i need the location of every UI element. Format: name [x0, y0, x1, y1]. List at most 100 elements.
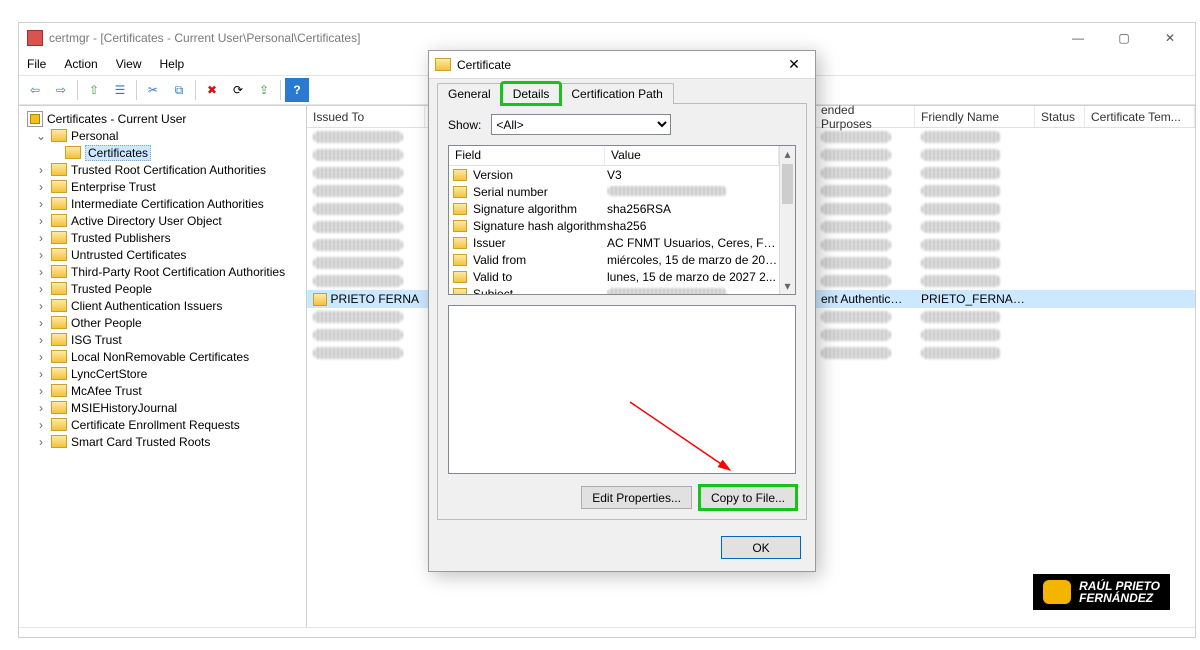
- tree-item[interactable]: ›MSIEHistoryJournal: [21, 399, 304, 416]
- ok-button[interactable]: OK: [721, 536, 801, 559]
- chevron-right-icon[interactable]: ›: [35, 282, 47, 296]
- folder-icon: [51, 333, 67, 346]
- tab-details[interactable]: Details: [502, 83, 561, 104]
- chevron-right-icon[interactable]: ›: [35, 180, 47, 194]
- tree-item-label: Smart Card Trusted Roots: [71, 435, 210, 449]
- chevron-right-icon[interactable]: ›: [35, 384, 47, 398]
- tree-item[interactable]: ›Active Directory User Object: [21, 212, 304, 229]
- tree-item[interactable]: ›Trusted Publishers: [21, 229, 304, 246]
- chevron-down-icon[interactable]: ⌄: [35, 129, 47, 143]
- tree-personal[interactable]: ⌄ Personal: [21, 127, 304, 144]
- up-icon[interactable]: ⇧: [82, 78, 106, 102]
- col-issued-to[interactable]: Issued To: [307, 106, 425, 127]
- col-friendly-name[interactable]: Friendly Name: [915, 106, 1035, 127]
- chevron-right-icon[interactable]: ›: [35, 197, 47, 211]
- field-name: Version: [471, 168, 607, 182]
- field-list[interactable]: Field Value VersionV3Serial numberSignat…: [448, 145, 796, 295]
- properties-icon[interactable]: ☰: [108, 78, 132, 102]
- scroll-up-icon[interactable]: ▴: [780, 146, 795, 162]
- field-row[interactable]: Valid frommiércoles, 15 de marzo de 202.…: [449, 251, 779, 268]
- redacted-cell: [313, 329, 403, 341]
- show-select[interactable]: <All>: [491, 114, 671, 135]
- tree-item[interactable]: ›Third-Party Root Certification Authorit…: [21, 263, 304, 280]
- menu-file[interactable]: File: [27, 57, 46, 71]
- tree-item[interactable]: ›Other People: [21, 314, 304, 331]
- chevron-right-icon[interactable]: ›: [35, 418, 47, 432]
- chevron-right-icon[interactable]: ›: [35, 265, 47, 279]
- tree-item-label: Intermediate Certification Authorities: [71, 197, 264, 211]
- chevron-right-icon[interactable]: ›: [35, 214, 47, 228]
- chevron-right-icon[interactable]: ›: [35, 333, 47, 347]
- help-icon[interactable]: ?: [285, 78, 309, 102]
- tree-certificates[interactable]: Certificates: [21, 144, 304, 161]
- forward-icon[interactable]: ⇨: [49, 78, 73, 102]
- menu-action[interactable]: Action: [64, 57, 97, 71]
- chevron-right-icon[interactable]: ›: [35, 299, 47, 313]
- field-row[interactable]: Subject: [449, 285, 779, 294]
- field-row[interactable]: Signature algorithmsha256RSA: [449, 200, 779, 217]
- scroll-thumb[interactable]: [782, 164, 793, 204]
- copy-icon[interactable]: ⧉: [167, 78, 191, 102]
- col-status[interactable]: Status: [1035, 106, 1085, 127]
- field-row[interactable]: Valid tolunes, 15 de marzo de 2027 2...: [449, 268, 779, 285]
- col-cert-template[interactable]: Certificate Tem...: [1085, 106, 1195, 127]
- scroll-down-icon[interactable]: ▾: [780, 278, 795, 294]
- scrollbar[interactable]: ▴ ▾: [779, 146, 795, 294]
- app-icon: [27, 30, 43, 46]
- chevron-right-icon[interactable]: ›: [35, 435, 47, 449]
- tree-item[interactable]: ›LyncCertStore: [21, 365, 304, 382]
- logo-icon: [1043, 580, 1071, 604]
- field-row[interactable]: Serial number: [449, 183, 779, 200]
- back-icon[interactable]: ⇦: [23, 78, 47, 102]
- tree-root[interactable]: Certificates - Current User: [21, 110, 304, 127]
- copy-to-file-button[interactable]: Copy to File...: [700, 486, 796, 509]
- tree-item[interactable]: ›Enterprise Trust: [21, 178, 304, 195]
- tree-item[interactable]: ›Untrusted Certificates: [21, 246, 304, 263]
- tree-item[interactable]: ›Local NonRemovable Certificates: [21, 348, 304, 365]
- certificate-icon: [313, 293, 327, 306]
- folder-icon: [51, 401, 67, 414]
- tab-general[interactable]: General: [437, 83, 502, 104]
- field-icon: [453, 203, 467, 215]
- redacted-cell: [921, 167, 1001, 179]
- value-header[interactable]: Value: [605, 146, 779, 165]
- tree-item[interactable]: › Intermediate Certification Authorities: [21, 195, 304, 212]
- chevron-right-icon[interactable]: ›: [35, 316, 47, 330]
- tree-item[interactable]: › Smart Card Trusted Roots: [21, 433, 304, 450]
- redacted-cell: [821, 167, 891, 179]
- certificate-icon: [435, 58, 451, 71]
- tree-item[interactable]: ›Trusted People: [21, 280, 304, 297]
- close-button[interactable]: ✕: [1147, 24, 1193, 52]
- edit-properties-button[interactable]: Edit Properties...: [581, 486, 692, 509]
- menu-help[interactable]: Help: [160, 57, 185, 71]
- cut-icon[interactable]: ✂: [141, 78, 165, 102]
- tree-item[interactable]: ›ISG Trust: [21, 331, 304, 348]
- tree-item[interactable]: ›McAfee Trust: [21, 382, 304, 399]
- minimize-button[interactable]: —: [1055, 24, 1101, 52]
- chevron-right-icon[interactable]: ›: [35, 231, 47, 245]
- maximize-button[interactable]: ▢: [1101, 24, 1147, 52]
- redacted-cell: [921, 185, 1001, 197]
- redacted-cell: [821, 347, 891, 359]
- tree-item[interactable]: ›Trusted Root Certification Authorities: [21, 161, 304, 178]
- tab-certification-path[interactable]: Certification Path: [560, 83, 673, 104]
- chevron-right-icon[interactable]: ›: [35, 248, 47, 262]
- field-row[interactable]: VersionV3: [449, 166, 779, 183]
- field-detail-box: [448, 305, 796, 474]
- refresh-icon[interactable]: ⟳: [226, 78, 250, 102]
- dialog-close-icon[interactable]: ✕: [779, 56, 809, 73]
- tree-pane[interactable]: Certificates - Current User ⌄ Personal C…: [19, 106, 307, 627]
- chevron-right-icon[interactable]: ›: [35, 367, 47, 381]
- col-intended-purposes[interactable]: ended Purposes: [815, 106, 915, 127]
- field-row[interactable]: Signature hash algorithmsha256: [449, 217, 779, 234]
- field-row[interactable]: IssuerAC FNMT Usuarios, Ceres, FN...: [449, 234, 779, 251]
- chevron-right-icon[interactable]: ›: [35, 163, 47, 177]
- delete-icon[interactable]: ✖: [200, 78, 224, 102]
- field-header[interactable]: Field: [449, 146, 605, 165]
- chevron-right-icon[interactable]: ›: [35, 401, 47, 415]
- menu-view[interactable]: View: [116, 57, 142, 71]
- export-icon[interactable]: ⇪: [252, 78, 276, 102]
- chevron-right-icon[interactable]: ›: [35, 350, 47, 364]
- tree-item[interactable]: ›Client Authentication Issuers: [21, 297, 304, 314]
- tree-item[interactable]: ›Certificate Enrollment Requests: [21, 416, 304, 433]
